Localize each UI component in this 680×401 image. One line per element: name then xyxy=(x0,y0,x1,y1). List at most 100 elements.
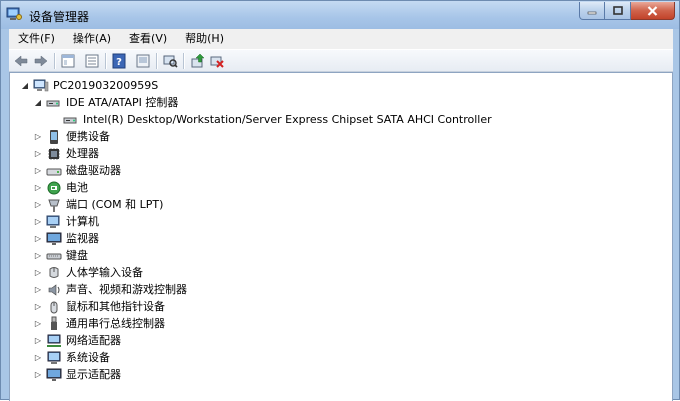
tree-root-label: PC201903200959S xyxy=(53,79,159,92)
menu-view[interactable]: 查看(V) xyxy=(120,29,176,49)
properties-sheet-icon xyxy=(61,54,75,68)
tree-item-portable-devices[interactable]: ▷ 便携设备 xyxy=(33,128,110,145)
port-icon xyxy=(46,197,62,213)
help-icon: ? xyxy=(112,53,126,69)
tree-root[interactable]: ◢ PC201903200959S xyxy=(20,77,158,94)
forward-button[interactable] xyxy=(33,53,49,69)
collapse-icon[interactable]: ◢ xyxy=(33,94,43,111)
ide-controller-icon xyxy=(63,112,79,128)
tree-item-label: Intel(R) Desktop/Workstation/Server Expr… xyxy=(83,113,492,126)
expand-icon[interactable]: ▷ xyxy=(33,281,43,298)
tree-item-label: 电池 xyxy=(66,181,88,194)
processor-icon xyxy=(46,146,62,162)
tree-item-system-devices[interactable]: ▷ 系统设备 xyxy=(33,349,110,366)
device-tree[interactable]: ◢ PC201903200959S ◢ IDE ATA/ATAPI 控制器 In… xyxy=(9,72,673,401)
network-adapter-icon xyxy=(46,333,62,349)
tree-item-label: 处理器 xyxy=(66,147,99,160)
tree-item-label: 人体学输入设备 xyxy=(66,266,143,279)
update-driver-button[interactable] xyxy=(190,53,206,69)
device-manager-window: 设备管理器 文件(F) 操作(A) 查看(V) 帮助(H) ? ◢ PC2019… xyxy=(0,0,680,401)
disk-drive-icon xyxy=(46,163,62,179)
list-view-button[interactable] xyxy=(84,53,100,69)
tree-item-ide-controller[interactable]: ◢ IDE ATA/ATAPI 控制器 xyxy=(33,94,178,111)
tree-item-label: 计算机 xyxy=(66,215,99,228)
hid-icon xyxy=(46,265,62,281)
expand-icon[interactable]: ▷ xyxy=(33,162,43,179)
back-button[interactable] xyxy=(13,53,29,69)
device-view-icon xyxy=(136,54,150,68)
tree-item-label: 监视器 xyxy=(66,232,99,245)
tree-item-label: 显示适配器 xyxy=(66,368,121,381)
tree-item-label: 键盘 xyxy=(66,249,88,262)
window-title: 设备管理器 xyxy=(29,10,90,24)
monitor-icon xyxy=(46,231,62,247)
expand-icon[interactable]: ▷ xyxy=(33,128,43,145)
toolbar: ? xyxy=(9,49,673,72)
window-controls xyxy=(579,2,675,20)
expand-icon[interactable]: ▷ xyxy=(33,230,43,247)
computer-icon xyxy=(46,214,62,230)
expand-icon[interactable]: ▷ xyxy=(33,264,43,281)
tree-item-sound-video-game[interactable]: ▷ 声音、视频和游戏控制器 xyxy=(33,281,187,298)
menu-file[interactable]: 文件(F) xyxy=(9,29,64,49)
expand-icon[interactable]: ▷ xyxy=(33,247,43,264)
expand-icon[interactable]: ▷ xyxy=(33,298,43,315)
tree-item-mice[interactable]: ▷ 鼠标和其他指针设备 xyxy=(33,298,165,315)
maximize-button[interactable] xyxy=(605,2,631,20)
expand-icon[interactable]: ▷ xyxy=(33,196,43,213)
expand-icon[interactable]: ▷ xyxy=(33,179,43,196)
tree-item-disk-drives[interactable]: ▷ 磁盘驱动器 xyxy=(33,162,121,179)
menu-bar: 文件(F) 操作(A) 查看(V) 帮助(H) xyxy=(9,29,673,49)
tree-item-label: 便携设备 xyxy=(66,130,110,143)
tree-item-ports[interactable]: ▷ 端口 (COM 和 LPT) xyxy=(33,196,163,213)
tree-item-computer[interactable]: ▷ 计算机 xyxy=(33,213,99,230)
usb-icon xyxy=(46,316,62,332)
tree-item-usb-controllers[interactable]: ▷ 通用串行总线控制器 xyxy=(33,315,165,332)
close-button[interactable] xyxy=(631,2,675,20)
mouse-icon xyxy=(46,299,62,315)
expand-icon[interactable]: ▷ xyxy=(33,213,43,230)
tree-item-batteries[interactable]: ▷ 电池 xyxy=(33,179,88,196)
update-driver-icon xyxy=(191,53,205,68)
tree-item-label: 端口 (COM 和 LPT) xyxy=(66,198,164,211)
tree-item-monitors[interactable]: ▷ 监视器 xyxy=(33,230,99,247)
expand-icon[interactable]: ▷ xyxy=(33,315,43,332)
device-view-button[interactable] xyxy=(135,53,151,69)
display-adapter-icon xyxy=(46,367,62,383)
back-arrow-icon xyxy=(14,55,28,67)
tree-item-network-adapters[interactable]: ▷ 网络适配器 xyxy=(33,332,121,349)
expand-icon[interactable]: ▷ xyxy=(33,145,43,162)
menu-action[interactable]: 操作(A) xyxy=(64,29,120,49)
expand-icon[interactable]: ▷ xyxy=(33,349,43,366)
tree-item-keyboards[interactable]: ▷ 键盘 xyxy=(33,247,88,264)
minimize-button[interactable] xyxy=(579,2,605,20)
tree-child-sata-ahci-controller[interactable]: Intel(R) Desktop/Workstation/Server Expr… xyxy=(63,111,492,128)
properties-button[interactable] xyxy=(60,53,76,69)
list-view-icon xyxy=(85,54,99,68)
minimize-icon xyxy=(587,11,597,14)
tree-item-label: 磁盘驱动器 xyxy=(66,164,121,177)
collapse-icon[interactable]: ◢ xyxy=(20,77,30,94)
uninstall-device-button[interactable] xyxy=(209,53,225,69)
menu-help[interactable]: 帮助(H) xyxy=(176,29,233,49)
tree-item-label: 鼠标和其他指针设备 xyxy=(66,300,165,313)
tree-item-label: 网络适配器 xyxy=(66,334,121,347)
uninstall-device-icon xyxy=(210,56,224,68)
title-bar[interactable]: 设备管理器 xyxy=(1,1,679,29)
portable-device-icon xyxy=(46,129,62,145)
tree-item-display-adapters[interactable]: ▷ 显示适配器 xyxy=(33,366,121,383)
expand-icon[interactable]: ▷ xyxy=(33,332,43,349)
tree-item-processors[interactable]: ▷ 处理器 xyxy=(33,145,99,162)
ide-controller-icon xyxy=(46,95,62,111)
system-device-icon xyxy=(46,350,62,366)
maximize-icon xyxy=(612,6,623,15)
help-button[interactable]: ? xyxy=(111,53,127,69)
tree-item-label: 通用串行总线控制器 xyxy=(66,317,165,330)
device-manager-app-icon xyxy=(6,7,22,20)
tree-item-hid[interactable]: ▷ 人体学输入设备 xyxy=(33,264,143,281)
computer-icon xyxy=(33,78,49,94)
forward-arrow-icon xyxy=(34,55,48,67)
scan-hardware-button[interactable] xyxy=(162,53,178,69)
expand-icon[interactable]: ▷ xyxy=(33,366,43,383)
keyboard-icon xyxy=(46,248,62,264)
